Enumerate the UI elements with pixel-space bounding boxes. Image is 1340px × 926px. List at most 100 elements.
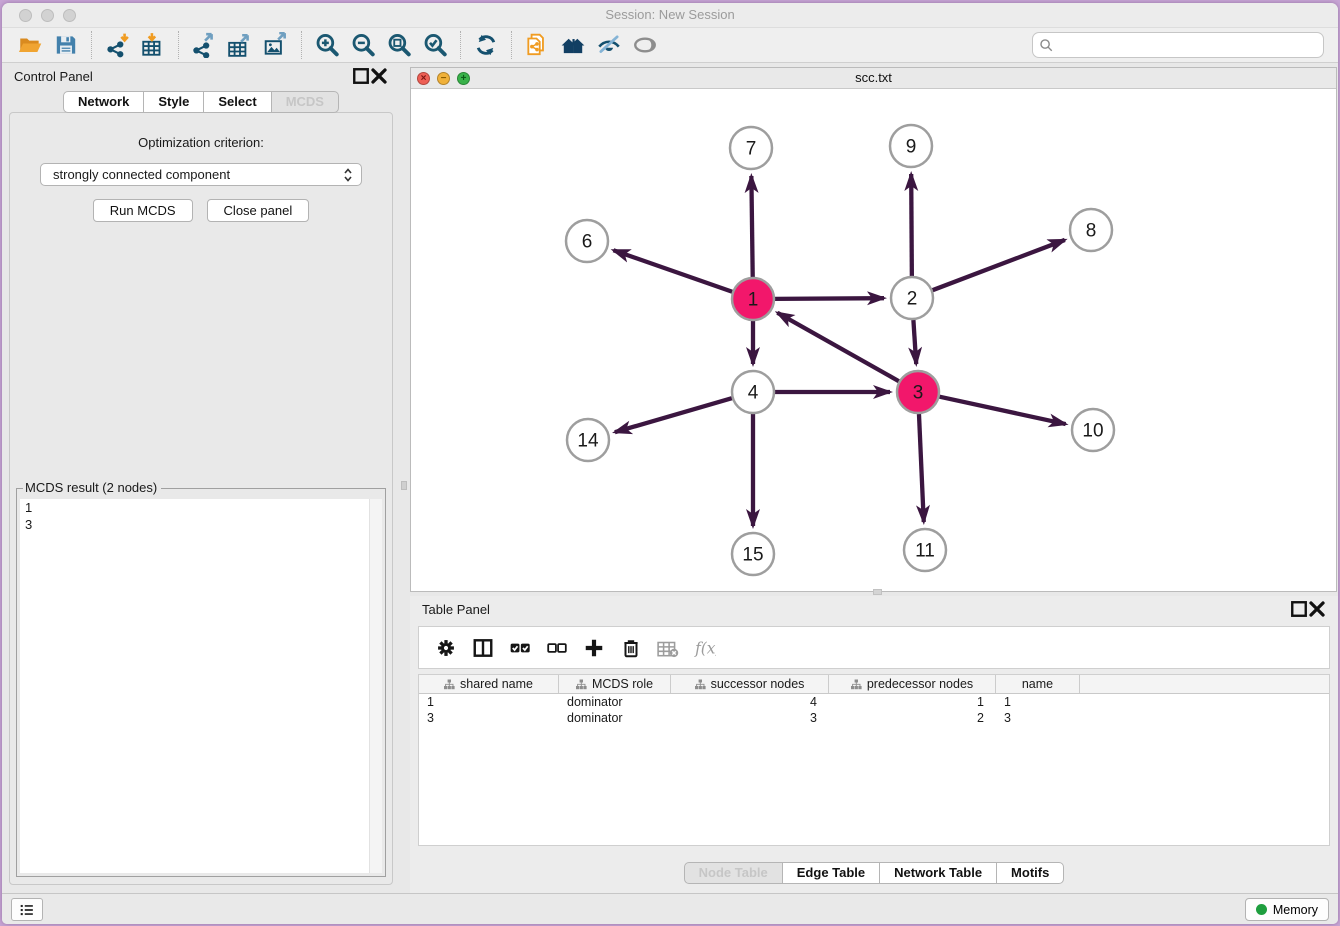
table-cell[interactable]: 1 — [419, 694, 559, 710]
column-view-icon — [472, 637, 494, 659]
column-view-button[interactable] — [464, 630, 501, 666]
zoom-selected-icon — [422, 32, 448, 58]
node-table[interactable]: shared nameMCDS rolesuccessor nodesprede… — [418, 674, 1330, 846]
graph-edge-1-7[interactable] — [751, 176, 752, 277]
network-view-window: × − + scc.txt 1234678910111415 — [410, 67, 1337, 592]
graph-edge-2-9[interactable] — [911, 174, 912, 276]
open-session-button[interactable] — [12, 30, 48, 60]
network-from-file-button[interactable] — [519, 30, 555, 60]
table-tab-node-table[interactable]: Node Table — [684, 862, 783, 884]
graph-node-15[interactable]: 15 — [732, 533, 774, 575]
result-scrollbar[interactable] — [369, 499, 382, 873]
import-network-button[interactable] — [99, 30, 135, 60]
graph-node-3[interactable]: 3 — [897, 371, 939, 413]
export-image-icon — [263, 32, 289, 58]
select-all-button[interactable] — [501, 630, 538, 666]
table-cell[interactable]: dominator — [559, 694, 671, 710]
graph-node-11[interactable]: 11 — [904, 529, 946, 571]
table-cell[interactable]: 3 — [996, 710, 1080, 726]
table-cell[interactable]: 3 — [419, 710, 559, 726]
function-builder-icon: f(x) — [694, 637, 716, 659]
table-row[interactable]: 1dominator411 — [419, 694, 1329, 710]
float-table-panel-button[interactable] — [1290, 600, 1308, 618]
vertical-splitter[interactable] — [400, 63, 408, 893]
mcds-result-line: 1 — [20, 499, 382, 516]
graph-node-9[interactable]: 9 — [890, 125, 932, 167]
column-header-name[interactable]: name — [996, 675, 1080, 693]
table-tab-network-table[interactable]: Network Table — [879, 862, 997, 884]
zoom-in-button[interactable] — [309, 30, 345, 60]
table-cell[interactable]: 2 — [829, 710, 996, 726]
graph-edge-2-8[interactable] — [933, 240, 1065, 290]
zoom-fit-button[interactable] — [381, 30, 417, 60]
splitter-grip[interactable] — [401, 481, 407, 490]
graph-edge-3-10[interactable] — [939, 397, 1065, 424]
export-table-icon — [227, 32, 253, 58]
hierarchy-icon — [576, 679, 587, 690]
graph-node-1[interactable]: 1 — [732, 278, 774, 320]
graph-edge-2-3[interactable] — [913, 320, 916, 364]
table-cell[interactable]: dominator — [559, 710, 671, 726]
run-mcds-button[interactable]: Run MCDS — [93, 199, 193, 222]
save-session-button[interactable] — [48, 30, 84, 60]
import-table-button[interactable] — [135, 30, 171, 60]
criterion-dropdown[interactable]: strongly connected component — [40, 163, 362, 186]
column-header-MCDS-role[interactable]: MCDS role — [559, 675, 671, 693]
network-canvas[interactable]: 1 2 3 4 6 7 8 9 10 11 14 15 — [411, 89, 1336, 591]
mcds-result-text[interactable]: 13 — [20, 499, 382, 873]
search-field[interactable] — [1032, 32, 1324, 58]
graph-node-label: 2 — [907, 289, 918, 310]
tab-select[interactable]: Select — [203, 91, 271, 113]
visual-styles-button[interactable] — [591, 30, 627, 60]
refresh-network-button[interactable] — [468, 30, 504, 60]
zoom-out-button[interactable] — [345, 30, 381, 60]
graph-edge-1-2[interactable] — [775, 298, 884, 299]
task-history-button[interactable] — [11, 898, 43, 921]
show-graphics-details-button[interactable] — [627, 30, 663, 60]
table-row[interactable]: 3dominator323 — [419, 710, 1329, 726]
splitter-grip[interactable] — [873, 589, 882, 595]
graph-node-10[interactable]: 10 — [1072, 409, 1114, 451]
search-input[interactable] — [1058, 38, 1317, 53]
memory-button[interactable]: Memory — [1245, 898, 1329, 921]
graph-node-6[interactable]: 6 — [566, 220, 608, 262]
graph-node-8[interactable]: 8 — [1070, 209, 1112, 251]
export-image-button[interactable] — [258, 30, 294, 60]
graph-edge-4-14[interactable] — [615, 398, 732, 432]
graph-edge-3-1[interactable] — [777, 313, 898, 381]
table-cell[interactable]: 3 — [671, 710, 829, 726]
delete-row-icon — [620, 637, 642, 659]
column-header-successor-nodes[interactable]: successor nodes — [671, 675, 829, 693]
column-header-predecessor-nodes[interactable]: predecessor nodes — [829, 675, 996, 693]
graph-node-label: 1 — [748, 290, 759, 311]
close-panel-push-button[interactable]: Close panel — [207, 199, 310, 222]
graph-node-2[interactable]: 2 — [891, 277, 933, 319]
column-header-shared-name[interactable]: shared name — [419, 675, 559, 693]
tab-mcds[interactable]: MCDS — [271, 91, 339, 113]
deselect-all-button[interactable] — [538, 630, 575, 666]
tab-network[interactable]: Network — [63, 91, 144, 113]
table-tab-edge-table[interactable]: Edge Table — [782, 862, 880, 884]
tab-style[interactable]: Style — [143, 91, 204, 113]
table-cell[interactable]: 1 — [829, 694, 996, 710]
close-table-panel-button[interactable] — [1308, 600, 1326, 618]
zoom-selected-button[interactable] — [417, 30, 453, 60]
table-cell[interactable]: 4 — [671, 694, 829, 710]
export-table-button[interactable] — [222, 30, 258, 60]
graph-edge-3-11[interactable] — [919, 414, 924, 522]
table-header-row: shared nameMCDS rolesuccessor nodesprede… — [419, 675, 1329, 694]
float-icon — [352, 67, 370, 85]
graph-node-14[interactable]: 14 — [567, 419, 609, 461]
float-panel-button[interactable] — [352, 67, 370, 85]
close-panel-button[interactable] — [370, 67, 388, 85]
delete-row-button[interactable] — [612, 630, 649, 666]
add-row-button[interactable] — [575, 630, 612, 666]
graph-edge-1-6[interactable] — [613, 250, 732, 292]
graph-node-7[interactable]: 7 — [730, 127, 772, 169]
table-tab-motifs[interactable]: Motifs — [996, 862, 1064, 884]
export-network-button[interactable] — [186, 30, 222, 60]
table-cell[interactable]: 1 — [996, 694, 1080, 710]
graph-node-4[interactable]: 4 — [732, 371, 774, 413]
show-hide-panels-button[interactable] — [555, 30, 591, 60]
table-settings-button[interactable] — [427, 630, 464, 666]
